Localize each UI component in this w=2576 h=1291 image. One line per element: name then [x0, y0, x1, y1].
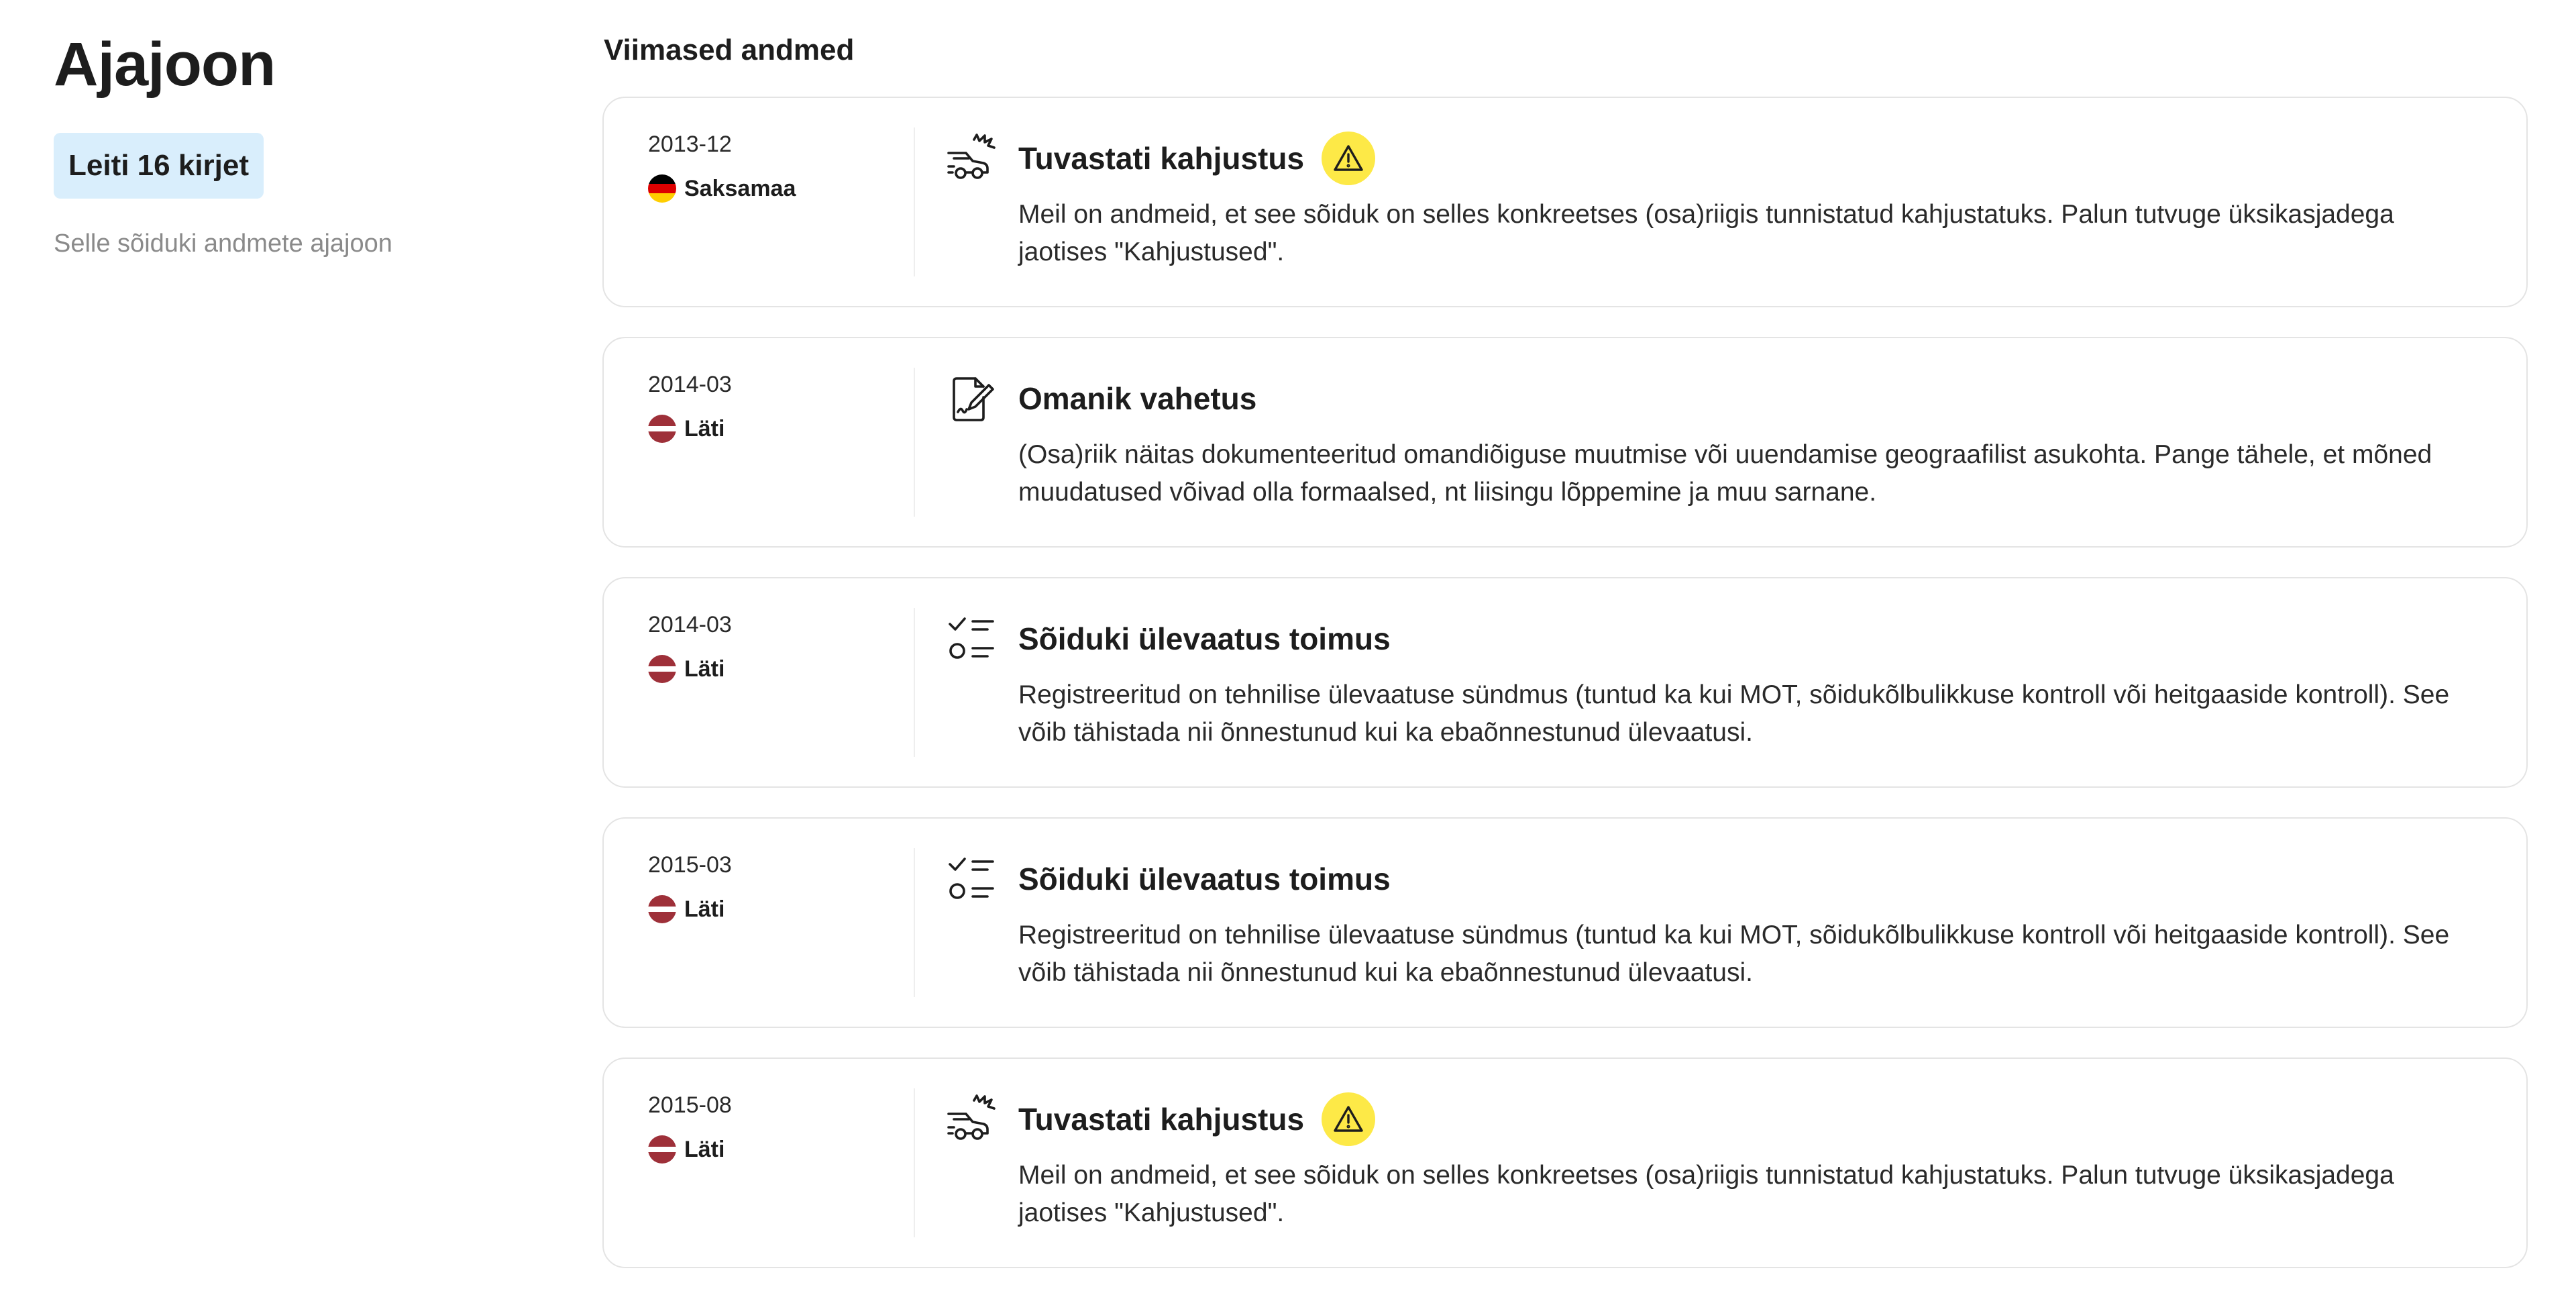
document-signature-icon — [946, 373, 997, 424]
event-meta: 2015-03 Läti — [648, 851, 890, 923]
timeline-main: Viimased andmed 2013-12 Saksamaa Tuvasta… — [602, 28, 2528, 1291]
event-title: Sõiduki ülevaatus toimus — [1018, 862, 1391, 896]
event-body: Sõiduki ülevaatus toimus Registreeritud … — [1018, 851, 2486, 992]
page-title: Ajajoon — [54, 30, 276, 99]
event-divider — [914, 1088, 915, 1237]
event-date: 2014-03 — [648, 612, 732, 637]
warning-icon — [1322, 1092, 1376, 1146]
event-body: Tuvastati kahjustus Meil on andmeid, et … — [1018, 130, 2486, 271]
timeline-event-card: 2015-08 Läti Tuvastati kahjustus Meil on… — [602, 1057, 2528, 1268]
event-meta: 2015-08 Läti — [648, 1091, 890, 1164]
timeline-event-card: 2013-12 Saksamaa Tuvastati kahjustus Mei… — [602, 97, 2528, 307]
timeline-event-list: 2013-12 Saksamaa Tuvastati kahjustus Mei… — [602, 97, 2528, 1268]
car-damage-icon — [946, 1094, 997, 1145]
event-date: 2015-03 — [648, 852, 732, 878]
event-description: Meil on andmeid, et see sõiduk on selles… — [1018, 200, 2394, 266]
timeline-sidebar: Ajajoon Leiti 16 kirjet Selle sõiduki an… — [54, 24, 523, 259]
event-country: Läti — [648, 655, 890, 683]
event-divider — [914, 848, 915, 997]
checklist-icon — [946, 613, 997, 664]
event-country: Saksamaa — [648, 174, 890, 203]
germany-flag-icon — [648, 174, 676, 203]
event-date: 2014-03 — [648, 372, 732, 397]
event-country-label: Läti — [684, 1137, 725, 1162]
event-country: Läti — [648, 895, 890, 923]
event-title: Tuvastati kahjustus — [1018, 141, 1305, 176]
event-meta: 2014-03 Läti — [648, 611, 890, 683]
event-date: 2013-12 — [648, 132, 732, 157]
latvia-flag-icon — [648, 1135, 676, 1164]
timeline-subtitle: Selle sõiduki andmete ajajoon — [54, 229, 392, 258]
event-header: Omanik vahetus — [1018, 370, 2486, 427]
event-divider — [914, 127, 915, 276]
event-title: Omanik vahetus — [1018, 381, 1257, 416]
event-divider — [914, 368, 915, 517]
event-body: Sõiduki ülevaatus toimus Registreeritud … — [1018, 611, 2486, 752]
event-header: Tuvastati kahjustus — [1018, 1091, 2486, 1147]
event-country-label: Läti — [684, 416, 725, 442]
event-description: (Osa)riik näitas dokumenteeritud omandiõ… — [1018, 440, 2432, 507]
event-header: Sõiduki ülevaatus toimus — [1018, 851, 2486, 907]
warning-icon — [1322, 132, 1376, 185]
event-header: Tuvastati kahjustus — [1018, 130, 2486, 187]
event-date: 2015-08 — [648, 1092, 732, 1118]
timeline-event-card: 2014-03 Läti — [602, 577, 2528, 788]
event-body: Omanik vahetus (Osa)riik näitas dokument… — [1018, 370, 2486, 511]
event-country-label: Läti — [684, 656, 725, 682]
event-country: Läti — [648, 415, 890, 443]
event-description: Registreeritud on tehnilise ülevaatuse s… — [1018, 921, 2450, 987]
event-title: Sõiduki ülevaatus toimus — [1018, 621, 1391, 656]
event-header: Sõiduki ülevaatus toimus — [1018, 611, 2486, 667]
timeline-event-card: 2015-03 Läti Sõiduki ülevaatus toimus Re… — [602, 817, 2528, 1028]
timeline-page: Ajajoon Leiti 16 kirjet Selle sõiduki an… — [0, 0, 2576, 1291]
timeline-event-card: 2014-03 Läti — [602, 337, 2528, 548]
latvia-flag-icon — [648, 655, 676, 683]
event-country-label: Läti — [684, 896, 725, 922]
event-meta: 2013-12 Saksamaa — [648, 130, 890, 203]
section-title: Viimased andmed — [604, 34, 855, 66]
event-description: Meil on andmeid, et see sõiduk on selles… — [1018, 1161, 2394, 1227]
latvia-flag-icon — [648, 415, 676, 443]
latvia-flag-icon — [648, 895, 676, 923]
event-country-label: Saksamaa — [684, 176, 796, 201]
event-meta: 2014-03 Läti — [648, 370, 890, 443]
event-body: Tuvastati kahjustus Meil on andmeid, et … — [1018, 1091, 2486, 1232]
record-count-badge: Leiti 16 kirjet — [54, 133, 264, 199]
event-country: Läti — [648, 1135, 890, 1164]
checklist-icon — [946, 854, 997, 905]
event-divider — [914, 608, 915, 757]
event-title: Tuvastati kahjustus — [1018, 1102, 1305, 1137]
car-damage-icon — [946, 133, 997, 184]
event-description: Registreeritud on tehnilise ülevaatuse s… — [1018, 680, 2450, 747]
